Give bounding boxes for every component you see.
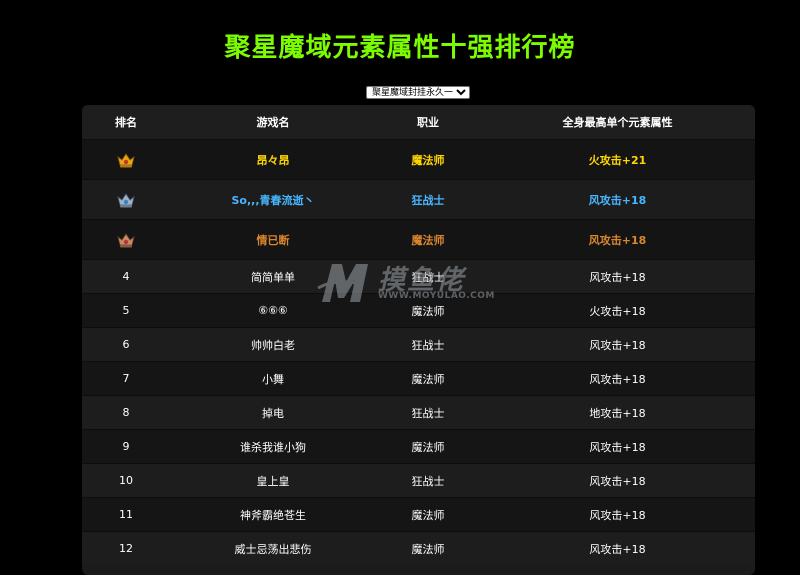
player-class: 狂战士	[411, 338, 445, 352]
table-body: 昂々昂 魔法师 火攻击+21 So,,,青春流逝丶 狂战士 风攻击+18 情已断…	[82, 139, 755, 565]
player-class: 魔法师	[411, 153, 445, 167]
player-name: So,,,青春流逝丶	[231, 193, 315, 207]
player-name: 帅帅白老	[251, 338, 295, 352]
player-class: 魔法师	[411, 542, 445, 556]
bronze-crown-medal-icon	[117, 232, 135, 247]
server-select[interactable]: 聚星魔域封挂永久一区	[366, 86, 470, 99]
player-attr: 火攻击+21	[588, 153, 647, 167]
table-row: 4 简简单单 狂战士 风攻击+18	[82, 259, 755, 293]
rank-number: 7	[122, 372, 130, 385]
player-name: ⑥⑥⑥	[258, 304, 288, 317]
player-name: 小舞	[262, 372, 284, 386]
rank-number: 5	[122, 304, 130, 317]
player-class: 魔法师	[411, 233, 445, 247]
player-class: 魔法师	[411, 372, 445, 386]
player-attr: 风攻击+18	[589, 270, 646, 284]
player-attr: 风攻击+18	[589, 474, 646, 488]
rank-number: 12	[119, 542, 133, 555]
player-name: 皇上皇	[256, 474, 290, 488]
player-attr: 风攻击+18	[589, 338, 646, 352]
player-class: 魔法师	[411, 440, 445, 454]
player-name: 情已断	[256, 233, 290, 247]
player-attr: 风攻击+18	[589, 508, 646, 522]
table-row: 11 神斧霸绝苍生 魔法师 风攻击+18	[82, 497, 755, 531]
player-attr: 风攻击+18	[588, 193, 647, 207]
gold-crown-medal-icon	[117, 152, 135, 167]
table-row: 6 帅帅白老 狂战士 风攻击+18	[82, 327, 755, 361]
player-name: 威士忌荡出悲伤	[234, 542, 312, 556]
table-row: 9 谁杀我谁小狗 魔法师 风攻击+18	[82, 429, 755, 463]
player-class: 狂战士	[411, 270, 445, 284]
page-title: 聚星魔域元素属性十强排行榜	[224, 33, 576, 63]
player-name: 神斧霸绝苍生	[240, 508, 306, 522]
player-name: 昂々昂	[256, 153, 290, 167]
table-row-rank-2: So,,,青春流逝丶 狂战士 风攻击+18	[82, 179, 755, 219]
header-rank: 排名	[115, 116, 137, 129]
header-attr: 全身最高单个元素属性	[562, 116, 673, 129]
player-class: 魔法师	[411, 508, 445, 522]
leaderboard-table: 排名 游戏名 职业 全身最高单个元素属性 昂々昂 魔法师 火攻击+21 So,,…	[82, 105, 755, 575]
table-row: 5 ⑥⑥⑥ 魔法师 火攻击+18	[82, 293, 755, 327]
player-name: 简简单单	[251, 270, 295, 284]
table-header-row: 排名 游戏名 职业 全身最高单个元素属性	[82, 105, 755, 139]
rank-number: 8	[122, 406, 130, 419]
player-attr: 风攻击+18	[589, 440, 646, 454]
player-attr: 风攻击+18	[589, 372, 646, 386]
player-class: 狂战士	[411, 406, 445, 420]
table-row-rank-3: 情已断 魔法师 风攻击+18	[82, 219, 755, 259]
silver-crown-medal-icon	[117, 192, 135, 207]
player-class: 狂战士	[411, 474, 445, 488]
player-attr: 风攻击+18	[589, 542, 646, 556]
table-row: 8 掉电 狂战士 地攻击+18	[82, 395, 755, 429]
table-row: 12 威士忌荡出悲伤 魔法师 风攻击+18	[82, 531, 755, 565]
player-attr: 风攻击+18	[588, 233, 647, 247]
header-name: 游戏名	[256, 116, 290, 129]
player-class: 狂战士	[411, 193, 445, 207]
player-name: 掉电	[262, 406, 284, 420]
player-name: 谁杀我谁小狗	[240, 440, 306, 454]
table-row-rank-1: 昂々昂 魔法师 火攻击+21	[82, 139, 755, 179]
header-class: 职业	[417, 116, 439, 129]
rank-number: 9	[122, 440, 130, 453]
rank-number: 10	[119, 474, 133, 487]
table-row: 7 小舞 魔法师 风攻击+18	[82, 361, 755, 395]
player-class: 魔法师	[411, 304, 445, 318]
rank-number: 11	[119, 508, 133, 521]
player-attr: 火攻击+18	[589, 304, 646, 318]
table-row: 10 皇上皇 狂战士 风攻击+18	[82, 463, 755, 497]
player-attr: 地攻击+18	[589, 406, 646, 420]
rank-number: 6	[122, 338, 130, 351]
rank-number: 4	[122, 270, 130, 283]
